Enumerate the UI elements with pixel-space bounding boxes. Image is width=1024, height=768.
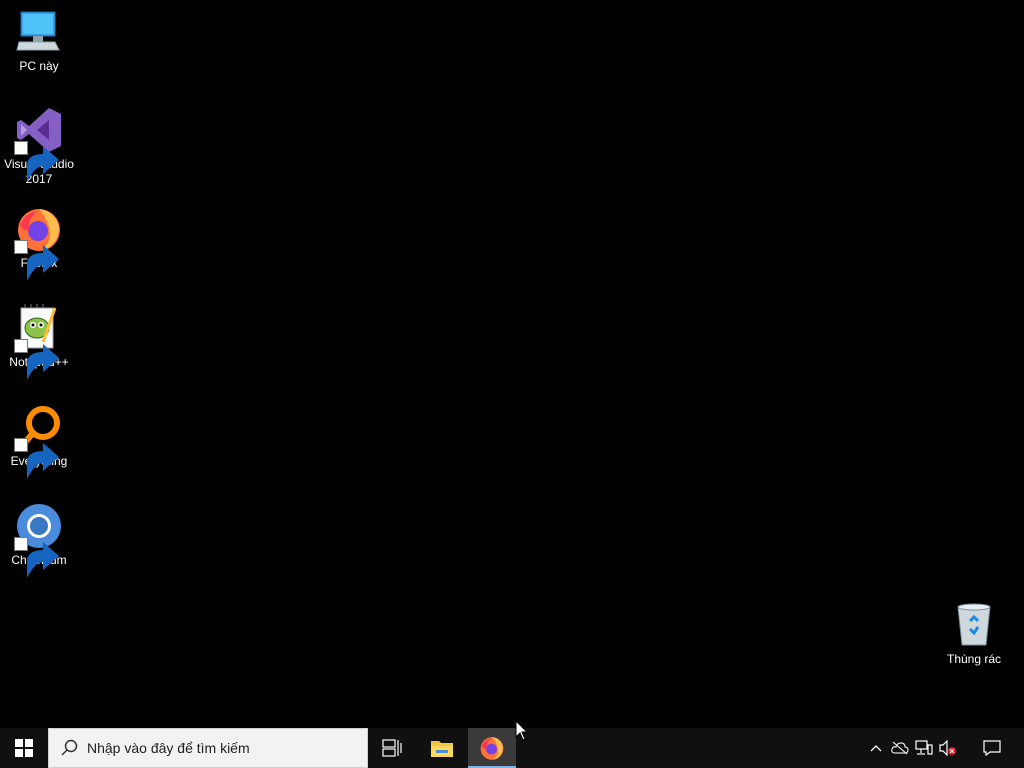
search-box[interactable]: Nhập vào đây để tìm kiếm: [48, 728, 368, 768]
chromium-icon: [14, 502, 63, 578]
desktop-icon-visual-studio[interactable]: Visual Studio 2017: [1, 106, 77, 187]
taskbar: Nhập vào đây để tìm kiếm: [0, 728, 1024, 768]
network-icon: [915, 740, 933, 755]
cloud-off-icon: [891, 741, 909, 755]
network-status-button[interactable]: [912, 728, 936, 768]
show-hidden-icons-button[interactable]: [864, 728, 888, 768]
visual-studio-icon: [14, 106, 63, 182]
onedrive-status-button[interactable]: [888, 728, 912, 768]
notification-icon: [983, 740, 1001, 756]
desktop-icon-label: PC này: [19, 59, 59, 73]
desktop-icon-recycle-bin[interactable]: Thùng rác: [936, 601, 1012, 667]
volume-muted-icon: [939, 740, 956, 756]
chevron-up-icon: [870, 745, 882, 752]
start-button[interactable]: [0, 728, 48, 768]
shortcut-arrow-icon: [14, 240, 59, 281]
firefox-taskbar-button[interactable]: [468, 728, 516, 768]
shortcut-arrow-icon: [14, 141, 59, 182]
action-center-button[interactable]: [960, 728, 1024, 768]
firefox-icon: [14, 205, 63, 281]
firefox-icon: [480, 737, 504, 760]
desktop-icon-label: Thùng rác: [946, 652, 1002, 666]
recycle-bin-icon: [950, 601, 998, 649]
search-icon: [61, 739, 78, 756]
volume-button[interactable]: [936, 728, 960, 768]
desktop-icon-everything[interactable]: Everything: [1, 403, 77, 479]
system-tray: [864, 728, 1024, 768]
desktop-icon-pc[interactable]: PC này: [1, 8, 77, 74]
shortcut-arrow-icon: [14, 339, 59, 380]
computer-icon: [15, 8, 63, 56]
folder-icon: [431, 741, 453, 757]
desktop-icon-firefox[interactable]: Firefox: [1, 205, 77, 281]
desktop-icon-chromium[interactable]: Chromium: [1, 502, 77, 578]
mouse-cursor-icon: [515, 720, 529, 741]
shortcut-arrow-icon: [14, 438, 59, 479]
desktop-icon-notepadpp[interactable]: Notepad++: [1, 304, 77, 380]
file-explorer-button[interactable]: [418, 728, 466, 768]
task-view-icon: [382, 739, 402, 757]
notepad-plus-plus-icon: [14, 304, 63, 380]
everything-search-icon: [14, 403, 63, 479]
windows-logo-icon: [15, 739, 33, 757]
task-view-button[interactable]: [368, 728, 416, 768]
desktop: PC này Visual Studio 2017 Thùng rác: [0, 0, 1024, 728]
shortcut-arrow-icon: [14, 537, 59, 578]
search-placeholder: Nhập vào đây để tìm kiếm: [87, 740, 250, 756]
